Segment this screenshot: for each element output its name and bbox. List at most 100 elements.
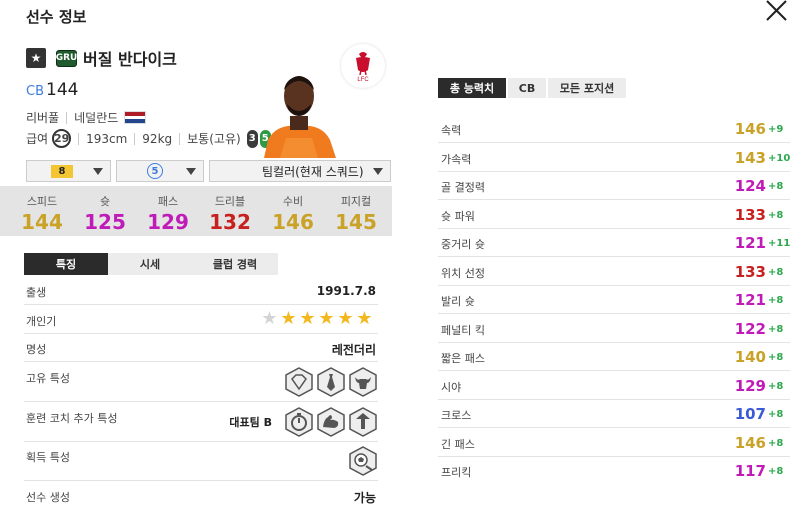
star-filled-icon: ★ (356, 308, 373, 329)
stopwatch-trait-icon[interactable] (284, 407, 314, 437)
tab-all-positions[interactable]: 모든 포지션 (548, 78, 626, 98)
attribute-label: 짧은 패스 (441, 352, 485, 365)
star-icon: ★ (26, 48, 46, 68)
divider (24, 361, 378, 362)
team-color-select[interactable]: 팀컬러(현재 스쿼드) (209, 160, 391, 182)
left-foot-value: 3 (246, 129, 258, 148)
summary-stat: 드리블 132 (200, 193, 260, 234)
divider (24, 480, 378, 481)
player-position: CB (26, 84, 44, 99)
divider (438, 313, 790, 314)
chevron-down-icon (373, 168, 383, 175)
diamond-trait-icon[interactable] (284, 367, 314, 397)
training-level-select[interactable]: 5 (116, 160, 204, 182)
skill-moves-label: 개인기 (26, 315, 57, 328)
tab-market-price[interactable]: 시세 (108, 253, 192, 275)
attribute-label: 시야 (441, 381, 462, 394)
divider (438, 342, 790, 343)
reputation-value: 레전더리 (331, 343, 376, 357)
summary-stat: 스피드 144 (12, 193, 72, 234)
divider (134, 132, 136, 145)
position-ovr: CB 144 (26, 80, 78, 100)
tie-trait-icon[interactable] (316, 367, 346, 397)
leader-trait-icon[interactable] (348, 407, 378, 437)
attribute-bonus: +8 (768, 352, 784, 363)
acquired-traits-label: 획득 특성 (26, 451, 70, 464)
enhance-level-badge: 8 (51, 164, 73, 178)
attribute-value: 122 (734, 320, 766, 338)
attribute-label: 크로스 (441, 409, 472, 422)
attribute-bonus: +10 (768, 153, 791, 164)
create-player-label: 선수 생성 (26, 491, 70, 504)
attribute-bonus: +8 (768, 295, 784, 306)
attribute-bonus: +8 (768, 181, 784, 192)
attribute-value: 133 (734, 263, 766, 281)
attribute-label: 프리킥 (441, 466, 472, 479)
player-portrait (260, 66, 338, 158)
divider (66, 111, 68, 124)
summary-stat: 피지컬 145 (326, 193, 386, 234)
divider (24, 441, 378, 442)
bull-trait-icon[interactable] (348, 367, 378, 397)
star-filled-icon: ★ (318, 308, 335, 329)
close-button[interactable] (764, 0, 790, 22)
attribute-label: 속력 (441, 124, 462, 137)
attribute-label: 페널티 킥 (441, 324, 485, 337)
tab-features[interactable]: 특징 (24, 253, 108, 275)
divider (438, 399, 790, 400)
tab-total-stats[interactable]: 총 능력치 (438, 78, 506, 98)
divider (438, 370, 790, 371)
netherlands-flag-icon (124, 111, 147, 124)
divider (438, 427, 790, 428)
enhance-level-select[interactable]: 8 (26, 160, 111, 182)
divider (24, 401, 378, 402)
star-empty-icon: ★ (261, 308, 278, 329)
attribute-value: 124 (734, 177, 766, 195)
club-logo-text: LFC (357, 77, 369, 83)
attribute-bonus: +8 (768, 267, 784, 278)
player-name: 버질 반다이크 (83, 50, 177, 69)
close-icon (766, 0, 787, 21)
divider (438, 285, 790, 286)
attribute-value: 129 (734, 377, 766, 395)
muscle-trait-icon[interactable] (316, 407, 346, 437)
attribute-value: 146 (734, 434, 766, 452)
summary-stat-value: 125 (84, 210, 126, 234)
attribute-label: 위치 선정 (441, 267, 485, 280)
attribute-bonus: +9 (768, 124, 784, 135)
tab-club-career[interactable]: 클럽 경력 (192, 253, 278, 275)
team-color-label: 팀컬러(현재 스쿼드) (262, 164, 364, 179)
divider (438, 456, 790, 457)
divider (438, 256, 790, 257)
player-ovr: 144 (46, 80, 79, 100)
skill-stars: ★ ★ ★ ★ ★ ★ (260, 310, 374, 328)
coach-traits-value: 대표팀 B (229, 416, 272, 429)
attribute-value: 146 (734, 120, 766, 138)
unique-traits-label: 고유 특성 (26, 372, 70, 385)
summary-stat-label: 드리블 (214, 195, 246, 208)
body-type-value: 보통(고유) (187, 132, 241, 146)
attribute-value: 143 (734, 149, 766, 167)
salary-value: 29 (52, 129, 72, 148)
summary-stat-label: 패스 (157, 195, 179, 208)
divider (179, 132, 181, 145)
summary-stat-label: 피지컬 (340, 195, 372, 208)
attribute-label: 중거리 슛 (441, 238, 485, 251)
attribute-bonus: +11 (768, 238, 791, 249)
attribute-bonus: +8 (768, 466, 784, 477)
attribute-bonus: +8 (768, 210, 784, 221)
summary-stat-value: 132 (209, 210, 251, 234)
summary-stat-value: 146 (272, 210, 314, 234)
attribute-value: 107 (734, 405, 766, 423)
divider (24, 304, 378, 305)
summary-stat: 수비 146 (263, 193, 323, 234)
star-filled-icon: ★ (337, 308, 354, 329)
nation-name: 네덜란드 (74, 111, 119, 125)
chevron-down-icon (93, 168, 103, 175)
summary-stat-value: 129 (147, 210, 189, 234)
tab-position-cb[interactable]: CB (508, 78, 546, 98)
create-player-value: 가능 (353, 491, 376, 505)
ball-trait-icon[interactable] (348, 446, 378, 476)
divider (438, 142, 790, 143)
player-name-row: ★ GRU 버질 반다이크 (26, 47, 177, 69)
